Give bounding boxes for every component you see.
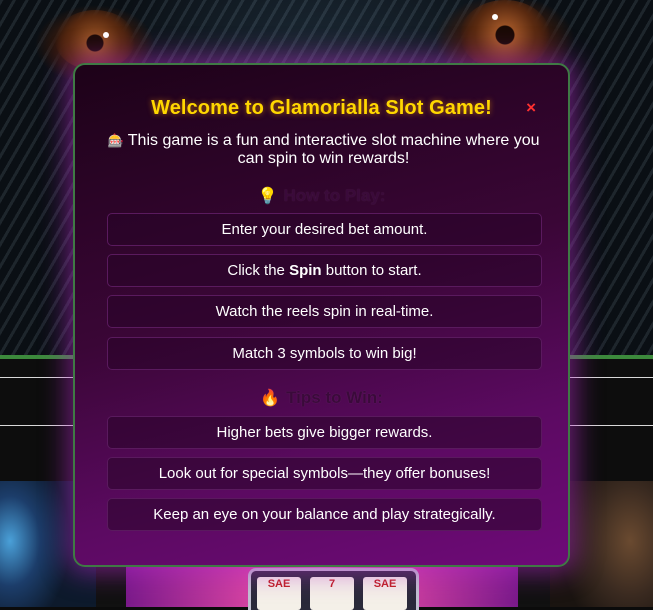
reel-2: 7 bbox=[310, 577, 354, 610]
tip-item-2: Look out for special symbols—they offer … bbox=[107, 457, 542, 490]
character-left-eye bbox=[55, 10, 135, 70]
how-to-play-title: How to Play: bbox=[283, 186, 386, 205]
how-to-play-step-2: Click the Spin button to start. bbox=[107, 254, 542, 287]
reel-1: SAE bbox=[257, 577, 301, 610]
reel-3: SAE bbox=[363, 577, 407, 610]
tips-heading: 🔥 Tips to Win: bbox=[75, 388, 568, 408]
tip-item-3: Keep an eye on your balance and play str… bbox=[107, 498, 542, 531]
intro-description: This game is a fun and interactive slot … bbox=[127, 132, 540, 167]
slot-machine-icon: 🎰 bbox=[107, 133, 124, 148]
step-text-suffix: button to start. bbox=[321, 262, 422, 279]
how-to-play-heading: 💡 How to Play: bbox=[75, 186, 568, 206]
close-button[interactable]: × bbox=[526, 98, 536, 118]
welcome-modal: Welcome to Glamorialla Slot Game! × 🎰 Th… bbox=[73, 63, 570, 567]
tips-title: Tips to Win: bbox=[286, 388, 383, 407]
how-to-play-step-4: Match 3 symbols to win big! bbox=[107, 337, 542, 370]
fire-icon: 🔥 bbox=[260, 390, 281, 407]
slot-machine-graphic: SAE 7 SAE bbox=[248, 568, 419, 610]
modal-title: Welcome to Glamorialla Slot Game! bbox=[151, 97, 492, 119]
how-to-play-step-1: Enter your desired bet amount. bbox=[107, 213, 542, 246]
tip-item-1: Higher bets give bigger rewards. bbox=[107, 416, 542, 449]
step-text-prefix: Click the bbox=[227, 262, 290, 279]
how-to-play-step-3: Watch the reels spin in real-time. bbox=[107, 295, 542, 328]
character-right-eye bbox=[460, 0, 550, 70]
intro-text: 🎰 This game is a fun and interactive slo… bbox=[105, 132, 542, 168]
spin-keyword: Spin bbox=[289, 262, 322, 279]
lightbulb-icon: 💡 bbox=[257, 188, 278, 205]
